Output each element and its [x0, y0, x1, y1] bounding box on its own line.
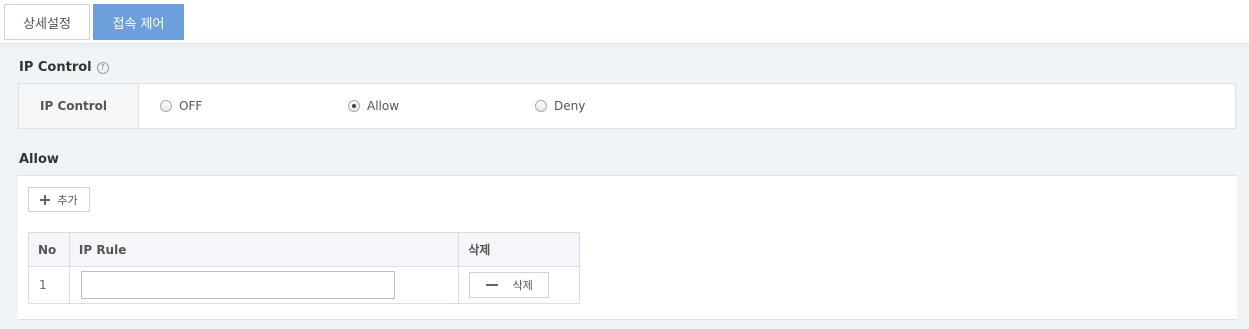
radio-label: Deny	[554, 99, 586, 113]
tab-bar: 상세설정 접속 제어	[0, 0, 1249, 44]
ip-control-row: IP Control OFF Allow Deny	[18, 83, 1236, 129]
column-header-delete: 삭제	[458, 232, 580, 267]
ip-control-section-title: IP Control ?	[19, 60, 109, 75]
ip-rule-cell	[68, 266, 460, 304]
radio-deny[interactable]: Deny	[535, 84, 585, 128]
minus-icon	[485, 284, 498, 286]
radio-off[interactable]: OFF	[160, 84, 202, 128]
tab-access-control[interactable]: 접속 제어	[93, 4, 184, 40]
ip-control-row-label: IP Control	[19, 84, 139, 128]
tab-label: 접속 제어	[112, 16, 165, 32]
question-circle-icon[interactable]: ?	[96, 61, 109, 74]
delete-button[interactable]: 삭제	[469, 272, 550, 298]
tab-advanced-settings[interactable]: 상세설정	[4, 4, 90, 40]
table-row: 1 삭제	[28, 266, 580, 304]
radio-label: Allow	[367, 99, 400, 113]
radio-button[interactable]	[535, 100, 547, 112]
add-button-label: 추가	[57, 193, 78, 207]
radio-button-selected[interactable]	[348, 100, 360, 112]
allow-section-title: Allow	[19, 152, 59, 167]
column-header-no: No	[28, 232, 70, 267]
table-header-row: No IP Rule 삭제	[28, 232, 580, 267]
radio-button[interactable]	[160, 100, 172, 112]
column-header-ip-rule: IP Rule	[68, 232, 460, 267]
radio-allow[interactable]: Allow	[348, 84, 399, 128]
allow-panel: 추가 No IP Rule 삭제 1 삭제	[18, 175, 1237, 320]
delete-cell: 삭제	[458, 266, 580, 304]
row-number: 1	[28, 266, 70, 304]
divider	[0, 44, 1249, 50]
section-title-text: IP Control	[19, 60, 92, 75]
section-title-text: Allow	[19, 152, 59, 167]
plus-icon	[40, 194, 51, 205]
radio-label: OFF	[179, 99, 203, 113]
tab-label: 상세설정	[23, 16, 71, 32]
add-button[interactable]: 추가	[28, 187, 90, 212]
delete-button-label: 삭제	[512, 279, 533, 292]
ip-rule-input[interactable]	[80, 271, 395, 299]
ip-rules-table: No IP Rule 삭제 1 삭제	[28, 232, 580, 304]
